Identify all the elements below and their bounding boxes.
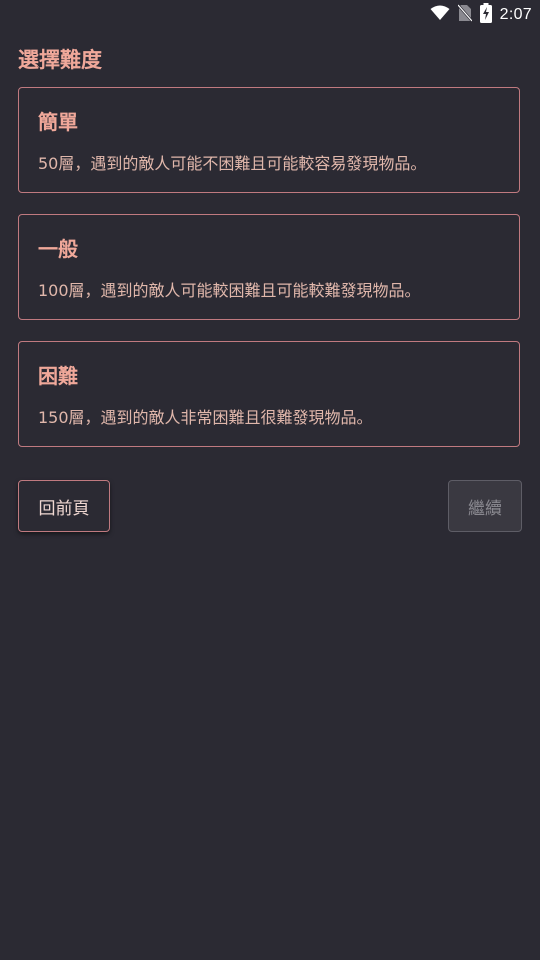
difficulty-description: 150層，遇到的敵人非常困難且很難發現物品。 <box>38 408 373 427</box>
difficulty-card-normal[interactable]: 一般 100層，遇到的敵人可能較困難且可能較難發現物品。 <box>18 214 520 320</box>
difficulty-description: 100層，遇到的敵人可能較困難且可能較難發現物品。 <box>38 281 421 300</box>
battery-charging-icon <box>479 3 492 27</box>
difficulty-title: 一般 <box>38 237 78 261</box>
difficulty-title: 簡單 <box>38 110 78 134</box>
status-time: 2:07 <box>499 6 532 23</box>
status-icons: 2:07 <box>430 3 532 27</box>
difficulty-description: 50層，遇到的敵人可能不困難且可能較容易發現物品。 <box>38 154 427 173</box>
page-title: 選擇難度 <box>18 48 102 72</box>
difficulty-title: 困難 <box>38 364 78 388</box>
difficulty-card-easy[interactable]: 簡單 50層，遇到的敵人可能不困難且可能較容易發現物品。 <box>18 87 520 193</box>
difficulty-card-hard[interactable]: 困難 150層，遇到的敵人非常困難且很難發現物品。 <box>18 341 520 447</box>
wifi-icon <box>430 5 450 25</box>
continue-button[interactable]: 繼續 <box>448 480 522 532</box>
back-button[interactable]: 回前頁 <box>18 480 110 532</box>
status-bar: 2:07 <box>0 0 540 28</box>
no-sim-icon <box>456 4 473 26</box>
